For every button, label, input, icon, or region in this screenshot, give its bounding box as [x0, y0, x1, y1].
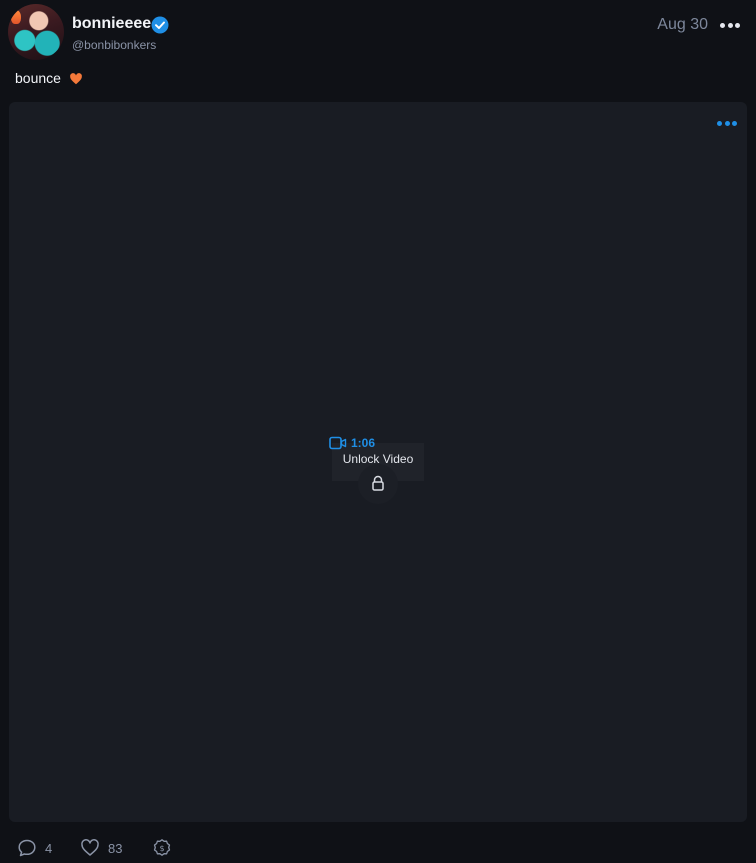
dollar-tip-icon[interactable]: $ [152, 838, 172, 858]
avatar[interactable] [8, 4, 64, 60]
orange-heart-emoji [69, 73, 82, 85]
video-meta: 1:06 [329, 436, 375, 450]
user-handle[interactable]: @bonbibonkers [72, 38, 156, 52]
locked-media-container[interactable]: 1:06 Unlock Video [9, 102, 747, 822]
caption-text: bounce [15, 70, 61, 86]
like-count[interactable]: 83 [108, 841, 122, 856]
post-actions-bar: 4 83 $ [0, 835, 756, 863]
avatar-flame-decoration [11, 10, 21, 24]
display-name[interactable]: bonnieeee [72, 15, 151, 33]
media-more-button[interactable] [717, 120, 737, 126]
more-dots-icon [727, 22, 733, 28]
svg-text:$: $ [159, 844, 164, 853]
more-dots-icon [735, 22, 740, 28]
post-date[interactable]: Aug 30 [657, 16, 708, 34]
more-dots-icon [724, 120, 730, 126]
heart-icon[interactable] [80, 838, 100, 858]
more-dots-icon [717, 120, 722, 126]
lock-icon [372, 475, 384, 491]
verified-badge-icon [151, 16, 169, 34]
video-camera-icon [329, 436, 347, 450]
unlock-video-label[interactable]: Unlock Video [332, 452, 424, 466]
more-dots-icon [720, 22, 725, 28]
post-caption: bounce [15, 70, 83, 86]
post-header: bonnieeee @bonbibonkers Aug 30 [0, 0, 756, 64]
more-dots-icon [732, 120, 737, 126]
video-duration: 1:06 [351, 436, 376, 450]
comment-bubble-icon[interactable] [17, 838, 37, 858]
comment-count[interactable]: 4 [45, 841, 52, 856]
more-options-button[interactable] [720, 16, 740, 34]
